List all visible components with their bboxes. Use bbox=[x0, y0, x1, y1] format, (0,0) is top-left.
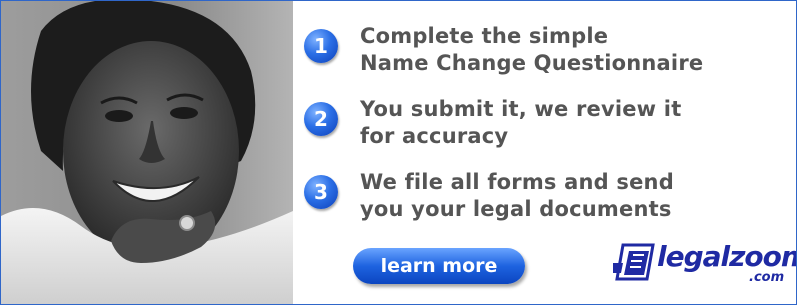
step-line: We file all forms and send bbox=[360, 170, 674, 194]
step-line: You submit it, we review it bbox=[360, 97, 682, 121]
step-line: Name Change Questionnaire bbox=[360, 51, 704, 75]
step-number-badge: 2 bbox=[304, 102, 338, 136]
step-line: Complete the simple bbox=[360, 24, 609, 48]
logo-wordmark: legalzoom bbox=[657, 240, 797, 273]
legalzoom-logo-icon bbox=[613, 243, 655, 281]
learn-more-button[interactable]: learn more bbox=[353, 248, 525, 284]
ad-banner[interactable]: 1 Complete the simple Name Change Questi… bbox=[0, 0, 797, 305]
smiling-woman-photo bbox=[1, 1, 293, 304]
step-text: You submit it, we review it for accuracy bbox=[360, 96, 681, 150]
step-line: for accuracy bbox=[360, 124, 509, 148]
logo-domain: .com bbox=[749, 270, 785, 285]
step-number-badge: 1 bbox=[304, 29, 338, 63]
step-3: 3 We file all forms and send you your le… bbox=[304, 169, 674, 223]
step-text: Complete the simple Name Change Question… bbox=[360, 23, 703, 77]
step-text: We file all forms and send you your lega… bbox=[360, 169, 674, 223]
step-2: 2 You submit it, we review it for accura… bbox=[304, 96, 681, 150]
step-1: 1 Complete the simple Name Change Questi… bbox=[304, 23, 703, 77]
step-line: you your legal documents bbox=[360, 197, 672, 221]
legalzoom-logo[interactable]: legalzoom .com bbox=[611, 239, 796, 289]
step-number-badge: 3 bbox=[304, 175, 338, 209]
